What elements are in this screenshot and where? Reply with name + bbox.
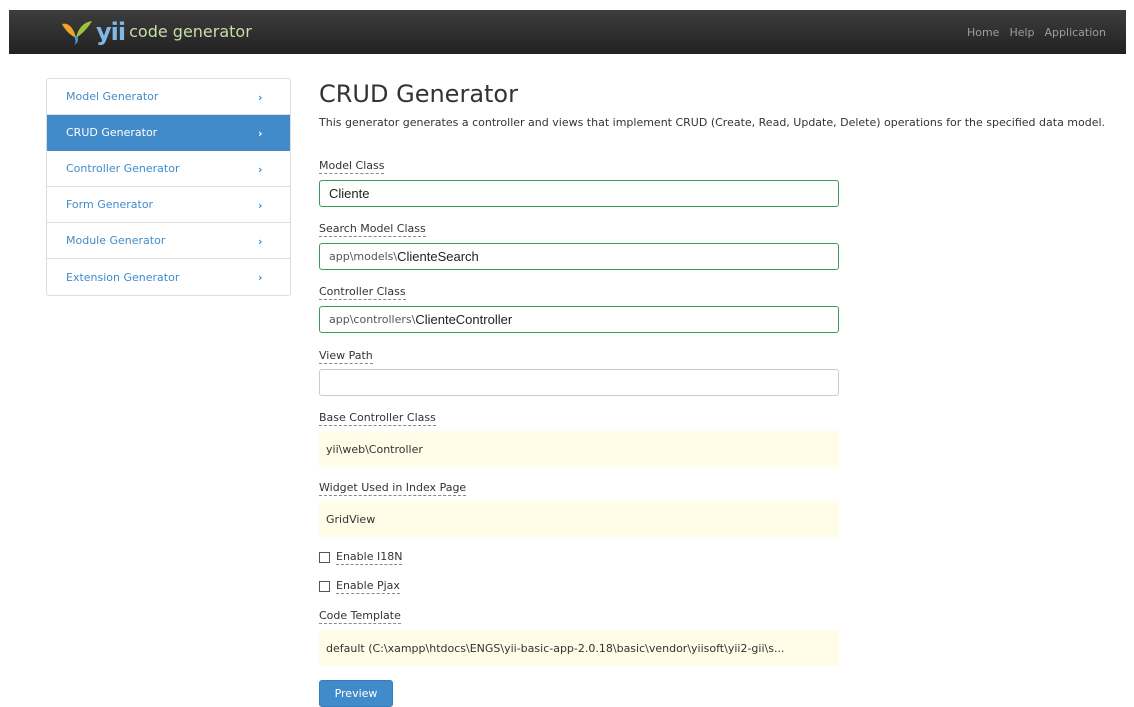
enable-pjax-label: Enable Pjax: [336, 579, 400, 594]
sidebar-item-label: CRUD Generator: [66, 126, 158, 139]
view-path-label: View Path: [319, 349, 373, 364]
code-template-label: Code Template: [319, 609, 401, 624]
enable-i18n-row[interactable]: Enable I18N: [319, 550, 403, 565]
enable-pjax-row[interactable]: Enable Pjax: [319, 579, 400, 594]
nav-link-home[interactable]: Home: [967, 26, 999, 39]
base-controller-class-label: Base Controller Class: [319, 411, 436, 426]
sidebar-item-label: Module Generator: [66, 234, 166, 247]
sidebar-item-label: Form Generator: [66, 198, 154, 211]
widget-index-page-field[interactable]: GridView: [319, 501, 839, 537]
generator-description: This generator generates a controller an…: [319, 116, 1106, 129]
yii-logo-icon: [62, 21, 92, 45]
nav-link-help[interactable]: Help: [1009, 26, 1034, 39]
sidebar-item-label: Model Generator: [66, 90, 159, 103]
base-controller-class-value: yii\web\Controller: [326, 442, 423, 456]
brand[interactable]: yii code generator: [60, 18, 252, 46]
sidebar-item-form-generator[interactable]: Form Generator ›: [47, 187, 290, 223]
enable-pjax-checkbox[interactable]: [319, 581, 330, 592]
sidebar-item-crud-generator[interactable]: CRUD Generator ›: [47, 115, 290, 151]
chevron-right-icon: ›: [258, 198, 263, 212]
sidebar-item-model-generator[interactable]: Model Generator ›: [47, 79, 290, 115]
enable-i18n-checkbox[interactable]: [319, 552, 330, 563]
brand-subtitle: code generator: [129, 22, 252, 41]
chevron-right-icon: ›: [258, 162, 263, 176]
widget-index-page-label: Widget Used in Index Page: [319, 481, 467, 496]
code-template-select[interactable]: default (C:\xampp\htdocs\ENGS\yii-basic-…: [319, 630, 839, 666]
chevron-right-icon: ›: [258, 126, 263, 140]
preview-button[interactable]: Preview: [319, 680, 393, 707]
model-class-input[interactable]: Cliente: [319, 180, 839, 207]
search-model-prefix: app\models\: [329, 250, 398, 263]
chevron-right-icon: ›: [258, 90, 263, 104]
nav-link-application[interactable]: Application: [1045, 26, 1106, 39]
top-navbar: yii code generator Home Help Application: [9, 10, 1126, 54]
main-content: CRUD Generator This generator generates …: [319, 78, 1119, 707]
sidebar-item-controller-generator[interactable]: Controller Generator ›: [47, 151, 290, 187]
sidebar-item-label: Controller Generator: [66, 162, 180, 175]
view-path-input[interactable]: [319, 369, 839, 396]
enable-i18n-label: Enable I18N: [336, 550, 403, 565]
nav-links: Home Help Application: [967, 10, 1106, 54]
controller-class-input[interactable]: app\controllers\ ClienteController: [319, 306, 839, 333]
chevron-right-icon: ›: [258, 234, 263, 248]
sidebar-item-label: Extension Generator: [66, 270, 180, 284]
widget-index-page-value: GridView: [326, 512, 376, 526]
generator-sidebar: Model Generator › CRUD Generator › Contr…: [46, 78, 291, 296]
chevron-right-icon: ›: [258, 270, 263, 284]
brand-yii-text: yii: [96, 18, 126, 46]
controller-class-value: ClienteController: [415, 312, 513, 327]
search-model-class-input[interactable]: app\models\ ClienteSearch: [319, 243, 839, 270]
search-model-value: ClienteSearch: [397, 249, 479, 264]
sidebar-item-module-generator[interactable]: Module Generator ›: [47, 223, 290, 259]
search-model-class-label: Search Model Class: [319, 222, 426, 237]
controller-class-prefix: app\controllers\: [329, 313, 416, 326]
model-class-value: Cliente: [329, 186, 370, 201]
controller-class-label: Controller Class: [319, 285, 406, 300]
base-controller-class-field[interactable]: yii\web\Controller: [319, 431, 839, 467]
model-class-label: Model Class: [319, 159, 385, 174]
sidebar-item-extension-generator[interactable]: Extension Generator ›: [47, 259, 290, 295]
code-template-value: default (C:\xampp\htdocs\ENGS\yii-basic-…: [326, 641, 785, 655]
page-title: CRUD Generator: [319, 80, 518, 108]
